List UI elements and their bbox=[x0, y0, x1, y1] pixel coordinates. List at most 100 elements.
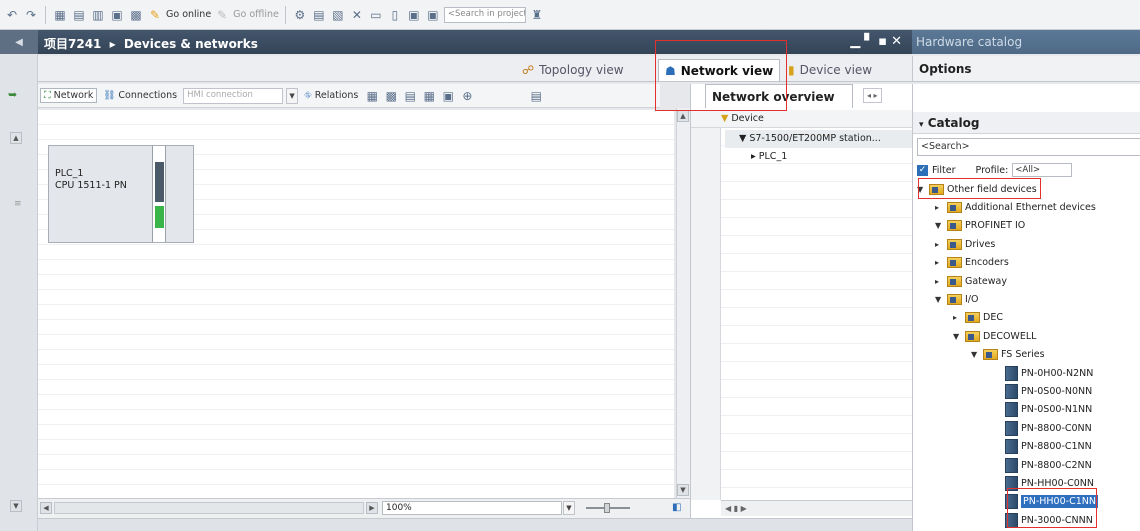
tree-folder-item[interactable]: ▼ I/O bbox=[935, 290, 978, 308]
scroll-down-icon[interactable]: ▼ bbox=[10, 500, 22, 512]
zoom-icon[interactable]: ⊕ bbox=[459, 88, 475, 104]
profile-select[interactable]: <All> bbox=[1012, 163, 1073, 177]
grid-icon[interactable]: ▦ bbox=[421, 88, 437, 104]
chevron-down-icon[interactable]: ▼ bbox=[971, 350, 980, 359]
network-mode-button[interactable]: ⛶ Network bbox=[40, 88, 98, 103]
tree-folder-item[interactable]: ▸ Additional Ethernet devices bbox=[935, 198, 1096, 216]
scroll-down-icon[interactable]: ▼ bbox=[677, 484, 689, 496]
close-icon[interactable]: ✕ bbox=[349, 7, 365, 23]
download-icon[interactable]: ▤ bbox=[71, 7, 87, 23]
options-header[interactable]: Options bbox=[912, 56, 1140, 82]
tree-folder-item[interactable]: ▼ PROFINET IO bbox=[935, 217, 1025, 235]
page-break-icon[interactable]: ▣ bbox=[440, 88, 456, 104]
tree-device-item[interactable]: PN-0S00-N1NN bbox=[1005, 401, 1092, 419]
collapse-project-tree-icon[interactable]: ◀ bbox=[0, 30, 38, 54]
io-system-icon[interactable]: ▤ bbox=[402, 88, 418, 104]
go-online-icon[interactable]: ✎ bbox=[147, 7, 163, 23]
horizontal-scrollbar[interactable] bbox=[54, 502, 364, 514]
upload-icon[interactable]: ▥ bbox=[90, 7, 106, 23]
catalog-header[interactable]: ▾ Catalog bbox=[913, 112, 1140, 134]
close-window-icon[interactable]: ✕ bbox=[891, 34, 906, 49]
connections-button[interactable]: ⛓ Connections bbox=[100, 89, 180, 102]
overview-row[interactable]: ▸ PLC_1 bbox=[725, 148, 913, 166]
catalog-search-input[interactable]: <Search> bbox=[917, 138, 1140, 156]
accessible-devices-icon[interactable]: ⚙ bbox=[292, 7, 308, 23]
tree-device-item[interactable]: PN-HH00-C1NN bbox=[1005, 493, 1098, 511]
split-vertical-icon[interactable]: ▯ bbox=[387, 7, 403, 23]
tree-device-item[interactable]: PN-8800-C2NN bbox=[1005, 456, 1092, 474]
chevron-right-icon[interactable]: ▸ bbox=[935, 277, 944, 286]
tree-folder-item[interactable]: ▼ Other field devices bbox=[917, 180, 1037, 198]
search-project-icon[interactable]: ♜ bbox=[529, 7, 545, 23]
chevron-right-icon[interactable]: ▸ bbox=[935, 258, 944, 267]
splitter-handle-icon[interactable]: ≡ bbox=[14, 199, 22, 209]
network-data-icon[interactable]: ▩ bbox=[383, 88, 399, 104]
chevron-down-icon[interactable]: ▼ bbox=[935, 221, 944, 230]
chevron-right-icon[interactable]: ▸ bbox=[935, 240, 944, 249]
undo-icon[interactable]: ↶ bbox=[4, 7, 20, 23]
tab-network-view[interactable]: ☗ Network view bbox=[658, 59, 781, 81]
plc-port-icon[interactable] bbox=[155, 206, 164, 228]
overview-splitter[interactable] bbox=[691, 110, 721, 500]
window-left-icon[interactable]: ▣ bbox=[406, 7, 422, 23]
canvas-vertical-scrollbar[interactable]: ▲ ▼ bbox=[676, 108, 690, 498]
chevron-down-icon[interactable]: ▼ bbox=[286, 87, 299, 104]
connection-type-select[interactable]: HMI connection bbox=[183, 87, 284, 104]
tree-device-item[interactable]: PN-0H00-N2NN bbox=[1005, 364, 1093, 382]
overview-row[interactable]: ▼ S7-1500/ET200MP station... bbox=[725, 130, 913, 148]
redo-icon[interactable]: ↷ bbox=[23, 7, 39, 23]
tree-device-item[interactable]: PN-0S00-N0NN bbox=[1005, 382, 1092, 400]
scroll-up-icon[interactable]: ▲ bbox=[10, 132, 22, 144]
tab-network-overview[interactable]: Network overview bbox=[705, 84, 853, 108]
chevron-down-icon[interactable]: ▼ bbox=[563, 501, 575, 515]
minimize-icon[interactable]: ▁ bbox=[850, 34, 864, 49]
scroll-up-icon[interactable]: ▲ bbox=[677, 110, 689, 122]
save-icon[interactable]: ▩ bbox=[128, 7, 144, 23]
go-online-button[interactable]: Go online bbox=[166, 9, 211, 20]
search-in-project-input[interactable]: <Search in project> bbox=[443, 6, 526, 23]
tab-device-view[interactable]: ▮ Device view bbox=[782, 59, 878, 81]
chevron-down-icon[interactable]: ▼ bbox=[935, 295, 944, 304]
plc-device-box[interactable]: PLC_1 CPU 1511-1 PN bbox=[48, 145, 194, 243]
breadcrumb-project[interactable]: 项目7241 bbox=[44, 37, 101, 51]
tree-device-item[interactable]: PN-8800-C0NN bbox=[1005, 419, 1092, 437]
tab-topology-view[interactable]: ☍ Topology view bbox=[516, 59, 630, 81]
overview-navigation-icon[interactable]: ◧ bbox=[672, 502, 681, 513]
overview-hscroll[interactable]: ◀ ▮ ▶ bbox=[721, 500, 913, 516]
filter-checkbox[interactable]: ✓ bbox=[917, 164, 928, 176]
overview-column-header[interactable]: ▼ Device bbox=[691, 110, 913, 128]
window-right-icon[interactable]: ▣ bbox=[425, 7, 441, 23]
relations-button[interactable]: ⛗ Relations bbox=[301, 89, 361, 102]
tree-folder-item[interactable]: ▸ Encoders bbox=[935, 254, 1009, 272]
split-horizontal-icon[interactable]: ▭ bbox=[368, 7, 384, 23]
scroll-left-icon[interactable]: ◀ bbox=[40, 502, 52, 514]
tree-device-item[interactable]: PN-8800-C1NN bbox=[1005, 438, 1092, 456]
editor-title-bar: ◀ 项目7241 ▸ Devices & networks ▁▘▪✕ bbox=[0, 30, 912, 54]
chevron-down-icon[interactable]: ▼ bbox=[917, 185, 926, 194]
go-offline-button[interactable]: Go offline bbox=[233, 9, 279, 20]
tree-folder-item[interactable]: ▼ DECOWELL bbox=[953, 327, 1036, 345]
force-icon[interactable]: ▧ bbox=[330, 7, 346, 23]
chevron-right-icon[interactable]: ▸ bbox=[935, 203, 944, 212]
chevron-down-icon[interactable]: ▼ bbox=[953, 332, 962, 341]
tree-folder-item[interactable]: ▸ Drives bbox=[935, 235, 995, 253]
tree-device-item[interactable]: PN-HH00-C0NN bbox=[1005, 474, 1094, 492]
scroll-right-icon[interactable]: ▶ bbox=[366, 502, 378, 514]
monitor-icon[interactable]: ▤ bbox=[311, 7, 327, 23]
compile-icon[interactable]: ▦ bbox=[52, 7, 68, 23]
overview-nav-buttons[interactable]: ◂ ▸ bbox=[863, 88, 882, 103]
float-icon[interactable]: ▘ bbox=[864, 34, 878, 49]
tree-folder-item[interactable]: ▼ FS Series bbox=[971, 346, 1045, 364]
simulation-icon[interactable]: ▣ bbox=[109, 7, 125, 23]
go-offline-icon[interactable]: ✎ bbox=[214, 7, 230, 23]
overview-toggle-icon[interactable]: ▤ bbox=[528, 88, 544, 104]
tree-folder-item[interactable]: ▸ DEC bbox=[953, 309, 1003, 327]
tree-folder-item[interactable]: ▸ Gateway bbox=[935, 272, 1007, 290]
chevron-right-icon[interactable]: ▸ bbox=[953, 313, 962, 322]
zoom-select[interactable]: 100% bbox=[382, 501, 562, 515]
add-device-icon[interactable]: ➥ bbox=[8, 88, 17, 101]
maximize-icon[interactable]: ▪ bbox=[878, 34, 891, 49]
address-icon[interactable]: ▦ bbox=[364, 88, 380, 104]
tree-device-item[interactable]: PN-3000-CNNN bbox=[1005, 511, 1093, 529]
zoom-slider-thumb[interactable] bbox=[604, 503, 610, 513]
